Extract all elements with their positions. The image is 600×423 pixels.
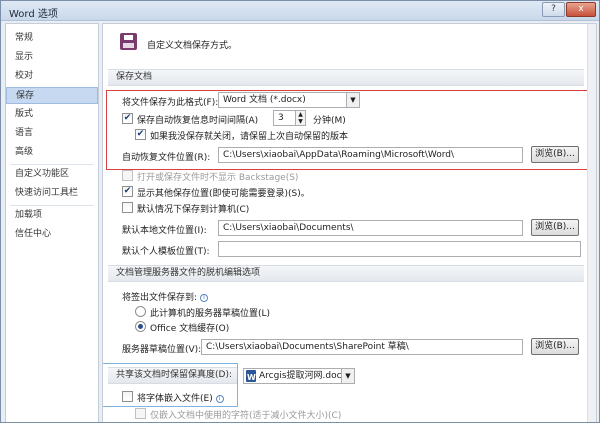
sidebar-item-save[interactable]: 保存 — [6, 87, 98, 104]
default-local-location-input[interactable]: C:\Users\xiaobai\Documents\ — [218, 220, 523, 236]
sidebar-divider — [10, 205, 94, 206]
minutes-label: 分钟(M) — [313, 116, 346, 126]
show-other-locations-checkbox[interactable]: ✔ — [122, 186, 133, 197]
checkout-save-to-text: 将签出文件保存到: — [122, 293, 198, 303]
sidebar-item-add-ins[interactable]: 加载项 — [6, 207, 98, 224]
autorecover-minutes-spinner[interactable]: 3 ▲ ▼ — [273, 110, 306, 126]
sidebar-item-trust-center[interactable]: 信任中心 — [6, 226, 98, 243]
browse-autorecover-button[interactable]: 浏览(B)... — [531, 146, 579, 163]
checkout-save-to-label: 将签出文件保存到: i — [122, 290, 208, 303]
autorecover-checkbox[interactable]: ✔ — [122, 113, 133, 124]
embed-fonts-text: 将字体嵌入文件(E) — [137, 394, 213, 404]
show-other-locations-label: 显示其他保存位置(即使可能需要登录)(S)。 — [137, 189, 310, 199]
autorecover-location-label: 自动恢复文件位置(R): — [122, 153, 211, 163]
sidebar-item-quick-access-toolbar[interactable]: 快速访问工具栏 — [6, 185, 98, 202]
word-options-dialog: Word 选项 ? x 常规 显示 校对 保存 版式 语言 高级 自定义功能区 … — [0, 0, 600, 423]
section-save-documents: 保存文档 — [108, 69, 584, 86]
spinner-arrows-icon[interactable]: ▲ ▼ — [295, 111, 305, 125]
help-button[interactable]: ? — [542, 2, 565, 17]
sidebar-item-customize-ribbon[interactable]: 自定义功能区 — [6, 166, 98, 183]
autorecover-minutes-value: 3 — [278, 113, 284, 123]
autorecover-location-input[interactable]: C:\Users\xiaobai\AppData\Roaming\Microso… — [218, 147, 523, 163]
embed-fonts-label: 将字体嵌入文件(E) i — [137, 391, 224, 404]
office-cache-radio[interactable] — [135, 321, 146, 332]
save-to-computer-checkbox[interactable] — [122, 202, 133, 213]
fidelity-document-select[interactable]: Arcgis提取河网.docx ▼ — [243, 368, 355, 384]
office-cache-label: Office 文档缓存(O) — [150, 324, 230, 334]
fidelity-document-value: Arcgis提取河网.docx — [259, 371, 347, 381]
info-icon: i — [199, 293, 208, 302]
title-bar: Word 选项 ? x — [1, 1, 599, 21]
sidebar-item-language[interactable]: 语言 — [6, 125, 98, 142]
save-format-select[interactable]: Word 文档 (*.docx) ▼ — [218, 92, 360, 108]
page-description: 自定义文档保存方式。 — [147, 41, 238, 51]
browse-local-button[interactable]: 浏览(B)... — [531, 219, 579, 236]
save-to-computer-label: 默认情况下保存到计算机(C) — [137, 205, 250, 215]
sidebar-item-layout[interactable]: 版式 — [6, 106, 98, 123]
save-options-panel: 自定义文档保存方式。 保存文档 将文件保存为此格式(F): Word 文档 (*… — [102, 23, 597, 422]
keep-last-autosaved-checkbox[interactable]: ✔ — [135, 129, 146, 140]
save-format-label: 将文件保存为此格式(F): — [122, 98, 219, 108]
embed-fonts-checkbox[interactable] — [122, 391, 133, 402]
section-offline-editing: 文档管理服务器文件的脱机编辑选项 — [108, 265, 584, 282]
personal-template-input[interactable] — [218, 241, 581, 257]
browse-drafts-button[interactable]: 浏览(B)... — [531, 338, 579, 355]
autorecover-label: 保存自动恢复信息时间间隔(A) — [137, 116, 259, 126]
server-drafts-label: 此计算机的服务器草稿位置(L) — [150, 309, 271, 319]
no-backstage-checkbox[interactable] — [122, 170, 133, 181]
close-button[interactable]: x — [566, 2, 596, 17]
sidebar-item-display[interactable]: 显示 — [6, 49, 98, 66]
personal-template-label: 默认个人模板位置(T): — [122, 247, 210, 257]
no-backstage-label: 打开或保存文件时不显示 Backstage(S) — [137, 173, 299, 183]
save-disk-icon — [120, 33, 137, 50]
server-drafts-radio[interactable] — [135, 306, 146, 317]
default-local-location-label: 默认本地文件位置(I): — [122, 226, 207, 236]
server-drafts-location-label: 服务器草稿位置(V): — [122, 345, 202, 355]
embed-used-chars-checkbox[interactable] — [135, 408, 146, 419]
keep-last-autosaved-label: 如果我没保存就关闭，请保留上次自动保留的版本 — [150, 132, 349, 142]
chevron-down-icon[interactable]: ▼ — [346, 93, 359, 107]
sidebar-item-proofing[interactable]: 校对 — [6, 68, 98, 85]
info-icon: i — [215, 394, 224, 403]
server-drafts-location-input[interactable]: C:\Users\xiaobai\Documents\SharePoint 草稿… — [201, 339, 523, 355]
chevron-down-icon[interactable]: ▼ — [341, 369, 354, 383]
embed-used-chars-label: 仅嵌入文档中使用的字符(适于减小文件大小)(C) — [150, 411, 342, 421]
sidebar-divider — [10, 164, 94, 165]
save-format-value: Word 文档 (*.docx) — [223, 95, 306, 105]
window-title: Word 选项 — [9, 9, 58, 20]
category-sidebar: 常规 显示 校对 保存 版式 语言 高级 自定义功能区 快速访问工具栏 加载项 … — [5, 23, 99, 422]
sidebar-item-general[interactable]: 常规 — [6, 30, 98, 47]
sidebar-item-advanced[interactable]: 高级 — [6, 144, 98, 161]
vertical-scrollbar[interactable] — [587, 24, 596, 422]
word-document-icon — [246, 370, 256, 383]
